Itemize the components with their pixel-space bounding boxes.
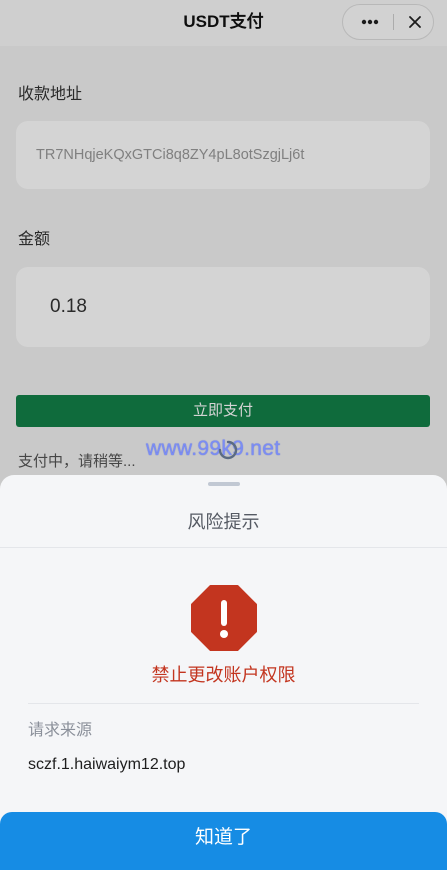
- divider: [0, 547, 447, 548]
- request-source-value: sczf.1.haiwaiym12.top: [28, 756, 186, 773]
- loading-spinner-icon: [218, 440, 238, 460]
- risk-alert-sheet: 风险提示 禁止更改账户权限 请求来源 sczf.1.haiwaiym12.top…: [0, 475, 447, 870]
- acknowledge-button[interactable]: 知道了: [0, 812, 447, 870]
- request-source-label: 请求来源: [28, 722, 93, 739]
- sheet-title: 风险提示: [187, 512, 260, 532]
- warning-octagon-icon: [191, 585, 257, 651]
- warning-message: 禁止更改账户权限: [151, 665, 296, 685]
- divider: [28, 703, 419, 704]
- watermark-text: www.99k9.net: [146, 437, 281, 460]
- sheet-drag-handle[interactable]: [208, 482, 240, 486]
